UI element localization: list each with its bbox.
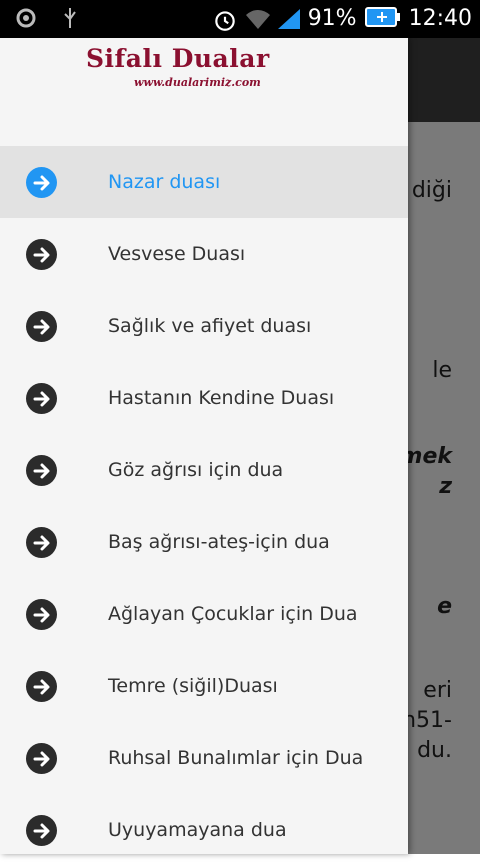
arrow-right-icon	[26, 599, 57, 630]
menu-item-label: Göz ağrısı için dua	[108, 459, 284, 481]
arrow-right-icon	[26, 311, 57, 342]
arrow-right-icon	[26, 743, 57, 774]
menu-item-label: Ağlayan Çocuklar için Dua	[108, 603, 358, 625]
menu-item-label: Uyuyamayana dua	[108, 819, 287, 841]
navigation-drawer: Sifalı Dualar www.dualarimiz.com Nazar d…	[0, 38, 408, 854]
arrow-right-icon	[26, 383, 57, 414]
arrow-right-icon	[26, 527, 57, 558]
menu-item-label: Nazar duası	[108, 171, 221, 193]
menu-item-label: Baş ağrısı-ateş-için dua	[108, 531, 330, 553]
menu-item-aglayan-cocuklar[interactable]: Ağlayan Çocuklar için Dua	[0, 578, 408, 650]
drawer-menu: Nazar duası Vesvese Duası Sağlık ve afiy…	[0, 146, 408, 866]
menu-item-uyuyamayana[interactable]: Uyuyamayana dua	[0, 794, 408, 866]
wifi-icon	[244, 7, 270, 31]
menu-item-label: Sağlık ve afiyet duası	[108, 315, 312, 337]
clock: 12:40	[408, 6, 472, 31]
arrow-right-icon	[26, 671, 57, 702]
signal-icon	[276, 7, 300, 31]
menu-item-temre-sigil[interactable]: Temre (siğil)Duası	[0, 650, 408, 722]
arrow-right-icon	[26, 455, 57, 486]
arrow-right-icon	[26, 239, 57, 270]
menu-item-label: Hastanın Kendine Duası	[108, 387, 335, 409]
menu-item-saglik-afiyet[interactable]: Sağlık ve afiyet duası	[0, 290, 408, 362]
status-bar: 91% 12:40	[0, 0, 480, 38]
menu-item-ruhsal-bunalimlar[interactable]: Ruhsal Bunalımlar için Dua	[0, 722, 408, 794]
menu-item-bas-agrisi[interactable]: Baş ağrısı-ateş-için dua	[0, 506, 408, 578]
logo-url: www.dualarimiz.com	[134, 76, 261, 89]
menu-item-vesvese-duasi[interactable]: Vesvese Duası	[0, 218, 408, 290]
menu-item-goz-agrisi[interactable]: Göz ağrısı için dua	[0, 434, 408, 506]
arrow-right-icon	[26, 167, 57, 198]
battery-percent: 91%	[307, 6, 357, 31]
menu-item-nazar-duasi[interactable]: Nazar duası	[0, 146, 408, 218]
battery-charging-icon	[364, 6, 401, 32]
menu-item-label: Vesvese Duası	[108, 243, 246, 265]
usb-icon	[58, 6, 82, 30]
alarm-icon	[212, 7, 236, 31]
arrow-right-icon	[26, 815, 57, 846]
menu-item-label: Ruhsal Bunalımlar için Dua	[108, 747, 364, 769]
settings-icon	[14, 6, 38, 30]
logo-title: Sifalı Dualar	[86, 44, 270, 73]
menu-item-hastanin-kendine[interactable]: Hastanın Kendine Duası	[0, 362, 408, 434]
menu-item-label: Temre (siğil)Duası	[108, 675, 278, 697]
drawer-header: Sifalı Dualar www.dualarimiz.com	[0, 38, 408, 146]
